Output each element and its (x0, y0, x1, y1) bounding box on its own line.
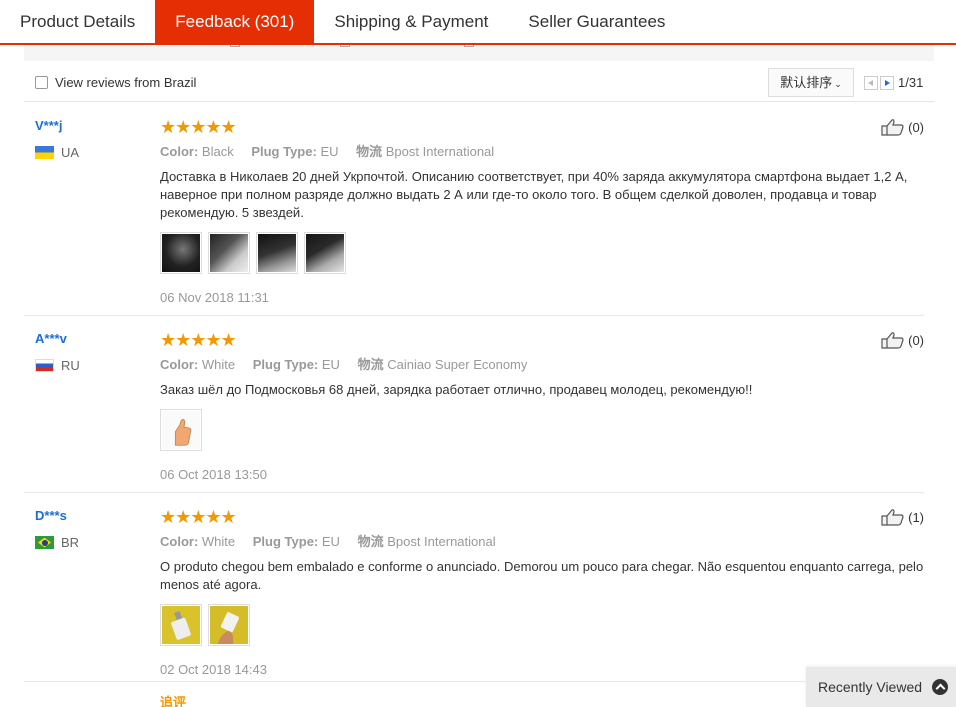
product-tabs: Product Details Feedback (301) Shipping … (0, 0, 956, 45)
attr-label: Color: (160, 534, 199, 549)
helpful-count: (0) (908, 332, 924, 348)
chevron-down-icon: ⌄ (834, 79, 842, 89)
review-attributes: Color: Black Plug Type: EU 物流 Bpost Inte… (160, 141, 924, 160)
attr-value: White (201, 357, 236, 372)
flag-icon (35, 536, 54, 549)
attr-label: Color: (160, 144, 199, 159)
next-page-button[interactable] (880, 76, 894, 90)
product-photo (162, 606, 200, 644)
thumbs-up-icon (881, 119, 904, 136)
tab-feedback[interactable]: Feedback (301) (155, 0, 315, 44)
arrow-right-icon (885, 80, 890, 86)
attr-label: 物流 (357, 357, 384, 372)
review-photo[interactable] (304, 232, 346, 274)
flag-icon (35, 146, 54, 159)
attr-value: Cainiao Super Economy (387, 357, 528, 372)
feedback-filter-bar: View reviews from Brazil 默认排序 ⌄ 1/31 (24, 62, 934, 102)
reviewer-name[interactable]: A***v (35, 331, 67, 346)
recently-viewed-label: Recently Viewed (818, 679, 923, 695)
review-attributes: Color: White Plug Type: EU 物流 Cainiao Su… (160, 354, 924, 373)
helpful-button[interactable]: (0) (881, 331, 924, 349)
country-code: BR (61, 535, 80, 550)
reviewer-country: BR (35, 535, 79, 550)
review-photo[interactable] (160, 604, 202, 646)
country-code: UA (61, 145, 80, 160)
reviewer-country: RU (35, 358, 80, 373)
review-content: ★★★★★ Color: White Plug Type: EU 物流 Bpos… (160, 508, 924, 677)
attr-value: Bpost International (385, 144, 495, 159)
attr-label: 物流 (357, 534, 384, 549)
review-text: Доставка в Николаев 20 дней Укрпочтой. О… (160, 169, 908, 220)
review-divider (24, 315, 924, 316)
flag-icon (35, 359, 54, 372)
review-photos (160, 232, 924, 274)
review-text: O produto chegou bem embalado e conforme… (160, 559, 924, 592)
star-rating: ★★★★★ (160, 507, 237, 527)
review-divider (24, 681, 924, 682)
star-rating: ★★★★★ (160, 117, 237, 137)
reviewer-name[interactable]: V***j (35, 118, 62, 133)
review-photo[interactable] (160, 232, 202, 274)
review-attributes: Color: White Plug Type: EU 物流 Bpost Inte… (160, 531, 924, 550)
country-code: RU (61, 358, 80, 373)
attr-value: EU (321, 534, 340, 549)
chevron-up-icon (932, 679, 948, 695)
helpful-button[interactable]: (0) (881, 118, 924, 136)
page-indicator: 1/31 (898, 75, 924, 90)
thumbs-up-icon (881, 332, 904, 349)
thumbs-up-photo (162, 411, 200, 449)
review-date: 06 Nov 2018 11:31 (160, 290, 269, 305)
attr-value: EU (321, 357, 340, 372)
tab-seller-guarantees[interactable]: Seller Guarantees (508, 0, 685, 44)
attr-value: EU (320, 144, 339, 159)
star-rating: ★★★★★ (160, 330, 237, 350)
review-photo[interactable] (256, 232, 298, 274)
review-photo[interactable] (208, 604, 250, 646)
helpful-count: (0) (908, 119, 924, 135)
tab-shipping-payment[interactable]: Shipping & Payment (314, 0, 508, 44)
attr-value: White (201, 534, 236, 549)
review-content: ★★★★★ Color: Black Plug Type: EU 物流 Bpos… (160, 118, 924, 305)
attr-label: 物流 (356, 144, 383, 159)
followup-label: 追评 (160, 695, 187, 707)
review-photo[interactable] (160, 409, 202, 451)
attr-label: Plug Type: (252, 357, 319, 372)
product-photo (210, 606, 248, 644)
country-filter-label: View reviews from Brazil (55, 75, 197, 90)
attr-value: Bpost International (387, 534, 496, 549)
sort-label: 默认排序 (780, 75, 833, 90)
attr-label: Plug Type: (252, 534, 319, 549)
review-photos (160, 409, 924, 451)
tab-product-details[interactable]: Product Details (0, 0, 155, 44)
reviewer-name[interactable]: D***s (35, 508, 67, 523)
country-filter[interactable]: View reviews from Brazil (35, 75, 196, 90)
attr-value: Black (201, 144, 234, 159)
arrow-left-icon (868, 80, 873, 86)
review-photos (160, 604, 924, 646)
thumbs-up-icon (881, 509, 904, 526)
review-date: 06 Oct 2018 13:50 (160, 467, 267, 482)
helpful-count: (1) (908, 509, 924, 525)
review-content: ★★★★★ Color: White Plug Type: EU 物流 Cain… (160, 331, 924, 482)
review-divider (24, 492, 924, 493)
prev-page-button[interactable] (864, 76, 878, 90)
reviewer-country: UA (35, 145, 79, 160)
sort-dropdown[interactable]: 默认排序 ⌄ (768, 68, 854, 97)
review-photo[interactable] (208, 232, 250, 274)
review-text: Заказ шёл до Подмосковья 68 дней, зарядк… (160, 382, 753, 397)
helpful-button[interactable]: (1) (881, 508, 924, 526)
attr-label: Color: (160, 357, 199, 372)
country-filter-checkbox[interactable] (35, 76, 48, 89)
recently-viewed-button[interactable]: Recently Viewed (806, 667, 956, 707)
attr-label: Plug Type: (251, 144, 317, 159)
